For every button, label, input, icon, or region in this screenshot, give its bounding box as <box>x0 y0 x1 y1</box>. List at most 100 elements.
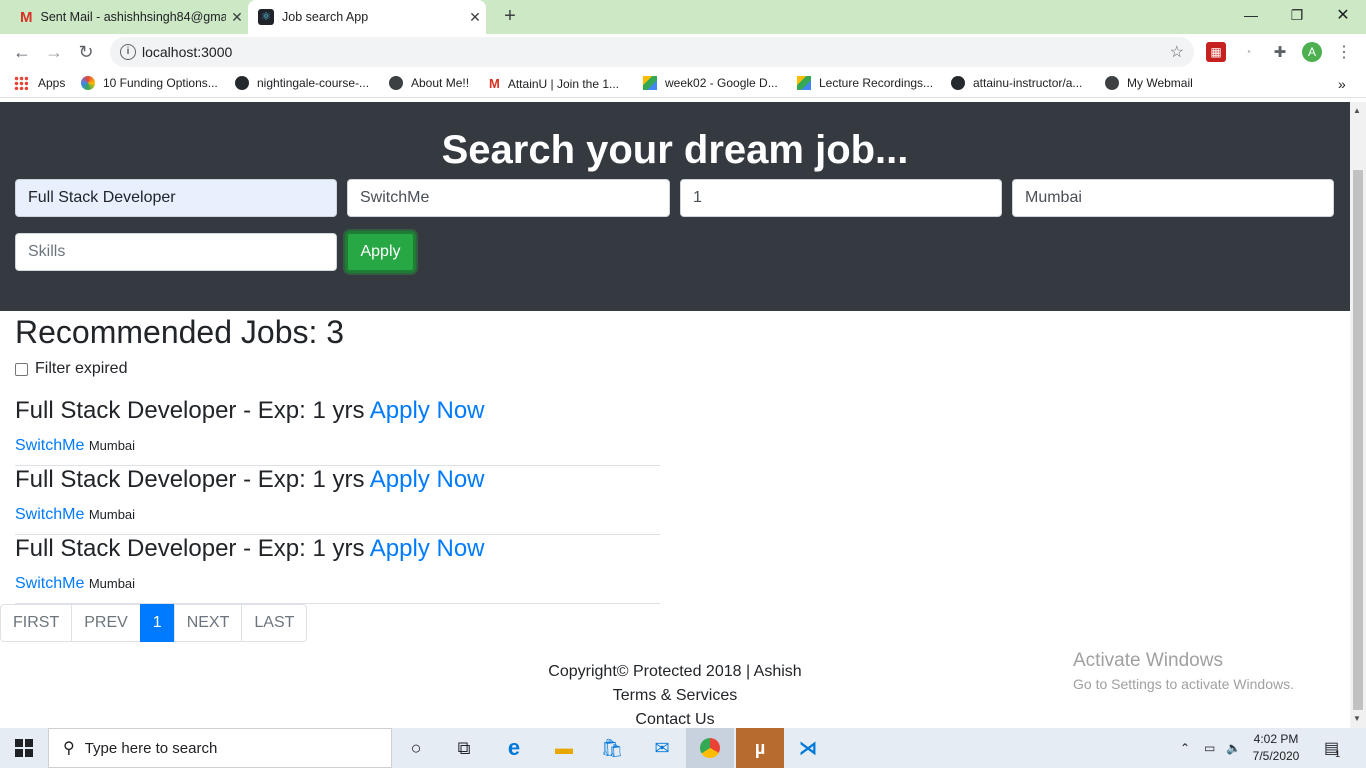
back-button[interactable]: ← <box>8 38 36 66</box>
job-title: Full Stack Developer - Exp: 1 yrs <box>15 535 365 562</box>
extension-icon[interactable]: ▦ <box>1206 42 1226 62</box>
minimize-button[interactable]: — <box>1228 0 1274 30</box>
address-bar[interactable]: i localhost:3000 ☆ <box>110 37 1194 67</box>
extensions-puzzle-icon[interactable]: ✚ <box>1270 42 1290 62</box>
bookmark-star-icon[interactable]: ☆ <box>1170 42 1184 62</box>
company-link[interactable]: SwitchMe <box>15 506 84 523</box>
company-link[interactable]: SwitchMe <box>15 575 84 592</box>
bookmark-apps[interactable]: Apps <box>14 76 65 90</box>
start-button[interactable] <box>0 728 48 768</box>
tab-title: Sent Mail - ashishhsingh84@gma <box>40 10 227 24</box>
close-tab-icon[interactable]: ✕ <box>464 9 486 26</box>
page-first-button[interactable]: FIRST <box>0 604 73 642</box>
job-card: Full Stack Developer - Exp: 1 yrs Apply … <box>15 397 660 466</box>
bookmark-attainu[interactable]: M AttainU | Join the 1... <box>489 76 619 91</box>
mail-icon[interactable]: ✉ <box>638 728 686 768</box>
store-icon[interactable]: 🛍 <box>588 728 636 768</box>
results-heading: Recommended Jobs: 3 <box>15 314 345 350</box>
experience-input[interactable]: 1 <box>680 179 1002 217</box>
taskbar-clock[interactable]: 4:02 PM 7/5/2020 <box>1240 731 1312 765</box>
tray-chevron-icon[interactable]: ⌃ <box>1180 728 1190 768</box>
restore-button[interactable]: ❐ <box>1274 0 1320 30</box>
profile-avatar[interactable]: A <box>1302 42 1322 62</box>
filter-expired-checkbox[interactable] <box>15 362 28 376</box>
file-explorer-icon[interactable]: ▬ <box>540 728 588 768</box>
bookmark-webmail[interactable]: My Webmail <box>1105 76 1193 90</box>
react-icon: ⚛ <box>258 9 274 25</box>
job-location: Mumbai <box>88 576 136 591</box>
page-prev-button[interactable]: PREV <box>71 604 141 642</box>
chrome-icon[interactable] <box>686 728 734 768</box>
reload-button[interactable]: ↻ <box>72 38 100 66</box>
job-location: Mumbai <box>88 438 136 453</box>
tab-sent-mail[interactable]: M Sent Mail - ashishhsingh84@gma ✕ <box>8 0 248 34</box>
taskbar-search[interactable]: ⚲ Type here to search <box>48 728 392 768</box>
apply-button[interactable]: Apply <box>345 231 416 273</box>
filter-expired[interactable]: Filter expired <box>15 360 127 378</box>
info-icon[interactable]: i <box>120 44 136 60</box>
close-window-button[interactable]: ✕ <box>1320 0 1366 30</box>
apply-now-link[interactable]: Apply Now <box>370 466 485 493</box>
page-next-button[interactable]: NEXT <box>173 604 243 642</box>
activate-windows-watermark: Activate Windows Go to Settings to activ… <box>1073 650 1294 692</box>
search-hero: Search your dream job... Full Stack Deve… <box>0 102 1350 311</box>
taskbar-search-placeholder: Type here to search <box>84 739 218 757</box>
bookmark-about-me[interactable]: About Me!! <box>389 76 469 90</box>
company-link[interactable]: SwitchMe <box>15 437 84 454</box>
gmail-icon: M <box>20 8 33 26</box>
extension-clock-icon[interactable]: ◔ <box>1238 42 1258 62</box>
scrollbar-thumb[interactable] <box>1353 170 1363 710</box>
gmail-icon: M <box>489 76 500 91</box>
github-icon <box>951 76 965 90</box>
scroll-down-icon[interactable]: ▼ <box>1353 714 1361 723</box>
bookmarks-overflow-icon[interactable]: » <box>1338 76 1346 92</box>
bookmarks-bar: Apps 10 Funding Options... nightingale-c… <box>0 70 1366 98</box>
pagination: FIRST PREV 1 NEXT LAST <box>0 604 308 642</box>
cortana-icon[interactable]: ○ <box>392 728 440 768</box>
new-tab-button[interactable]: + <box>498 5 522 29</box>
edge-icon[interactable]: e <box>490 728 538 768</box>
bookmark-attainu-instructor[interactable]: attainu-instructor/a... <box>951 76 1082 90</box>
colorful-dots-icon <box>81 76 95 90</box>
page-scrollbar[interactable]: ▲ ▼ <box>1350 102 1366 728</box>
bookmark-funding[interactable]: 10 Funding Options... <box>81 76 218 90</box>
url-text: localhost:3000 <box>142 44 233 60</box>
page-last-button[interactable]: LAST <box>241 604 308 642</box>
windows-taskbar: ⚲ Type here to search ○ ⧉ e ▬ 🛍 ✉ µ ⋊ ⌃ … <box>0 728 1366 768</box>
tab-title: Job search App <box>282 10 369 24</box>
location-input[interactable]: Mumbai <box>1012 179 1334 217</box>
bookmark-lecture-recordings[interactable]: Lecture Recordings... <box>797 76 933 90</box>
close-tab-icon[interactable]: ✕ <box>226 9 248 26</box>
forward-button[interactable]: → <box>40 38 68 66</box>
globe-icon <box>389 76 403 90</box>
vscode-icon[interactable]: ⋊ <box>784 728 832 768</box>
job-title: Full Stack Developer - Exp: 1 yrs <box>15 466 365 493</box>
bookmark-nightingale[interactable]: nightingale-course-... <box>235 76 369 90</box>
company-input[interactable]: SwitchMe <box>347 179 670 217</box>
role-input[interactable]: Full Stack Developer <box>15 179 337 217</box>
scroll-up-icon[interactable]: ▲ <box>1353 106 1361 115</box>
page-title: Search your dream job... <box>441 128 909 172</box>
notification-center-icon[interactable]: ▤ 1 <box>1324 728 1340 768</box>
browser-toolbar: ← → ↻ i localhost:3000 ☆ ▦ ◔ ✚ A ⋮ <box>0 34 1366 70</box>
page-current-button[interactable]: 1 <box>139 604 175 642</box>
battery-icon[interactable]: ▭ <box>1204 728 1215 768</box>
bookmark-week02[interactable]: week02 - Google D... <box>643 76 778 90</box>
browser-tab-bar: M Sent Mail - ashishhsingh84@gma ✕ ⚛ Job… <box>0 0 1366 34</box>
volume-icon[interactable]: 🔈 <box>1226 728 1241 768</box>
search-icon: ⚲ <box>63 740 75 757</box>
apply-now-link[interactable]: Apply Now <box>370 397 485 424</box>
skills-input[interactable]: Skills <box>15 233 337 271</box>
tab-job-search[interactable]: ⚛ Job search App ✕ <box>248 0 486 34</box>
google-drive-icon <box>643 76 657 90</box>
apply-now-link[interactable]: Apply Now <box>370 535 485 562</box>
menu-kebab-icon[interactable]: ⋮ <box>1334 42 1354 62</box>
filter-expired-label: Filter expired <box>35 360 128 377</box>
apps-grid-icon <box>14 76 28 90</box>
task-view-icon[interactable]: ⧉ <box>440 728 488 768</box>
contact-link[interactable]: Contact Us <box>0 708 1350 728</box>
utorrent-icon[interactable]: µ <box>736 728 784 768</box>
clock-date: 7/5/2020 <box>1252 749 1300 763</box>
job-card: Full Stack Developer - Exp: 1 yrs Apply … <box>15 535 660 604</box>
windows-logo-icon <box>15 739 33 757</box>
